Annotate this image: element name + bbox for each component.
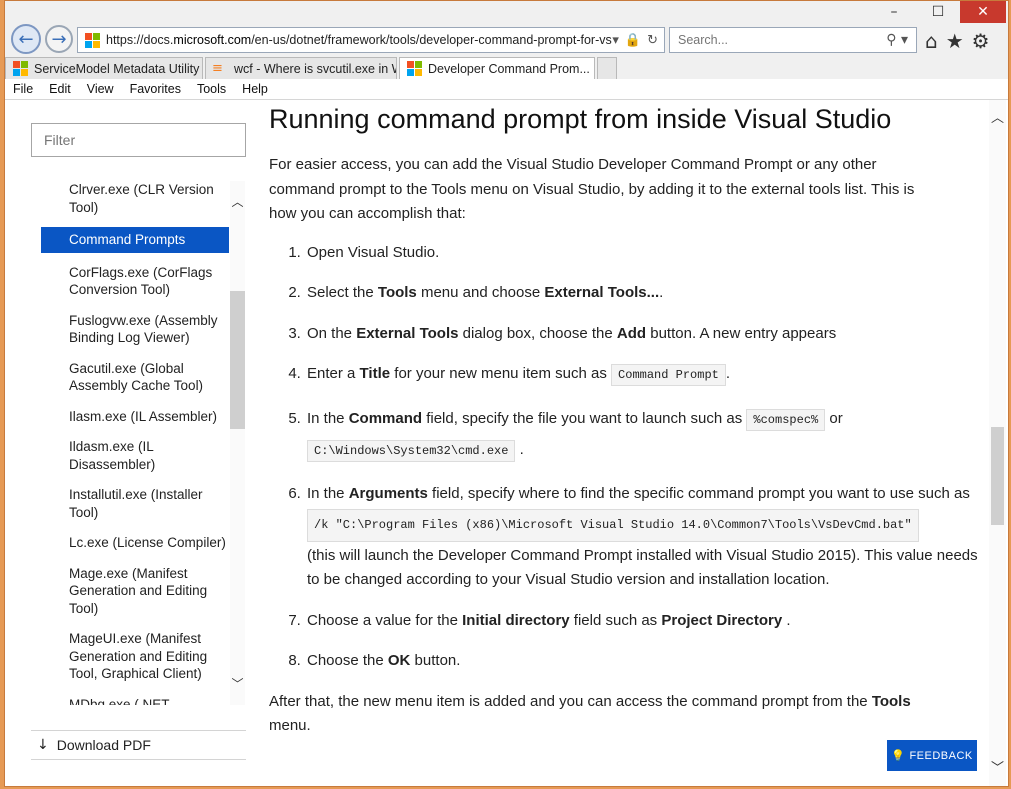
minimize-button[interactable]: – [872, 1, 916, 23]
step-1: Open Visual Studio. [305, 241, 989, 266]
step-6: In the Arguments field, specify where to… [305, 482, 989, 593]
code-command-prompt: Command Prompt [611, 364, 726, 386]
code-comspec: %comspec% [746, 408, 826, 431]
chevron-down-icon[interactable]: ﹀ [230, 673, 245, 693]
lightbulb-icon: 💡 [891, 749, 906, 762]
tab-label: ServiceModel Metadata Utility ... [34, 61, 203, 76]
toc-scrollbar[interactable]: ︿ ﹀ [230, 181, 245, 705]
search-box[interactable]: ⚲ ▾ [669, 27, 917, 53]
menu-bar: File Edit View Favorites Tools Help [5, 79, 1008, 100]
menu-help[interactable]: Help [234, 82, 276, 96]
toc-item-mdbg[interactable]: MDbg.exe (.NET Framework Command-Line De… [41, 694, 229, 706]
tab-label: wcf - Where is svcutil.exe in Wi... [234, 61, 396, 76]
page-scrollbar[interactable]: ︿ ﹀ [989, 100, 1006, 786]
download-pdf-label: Download PDF [56, 737, 151, 753]
back-arrow-icon: ← [18, 28, 34, 50]
tab-servicemodel[interactable]: ServiceModel Metadata Utility ... [5, 57, 203, 79]
ms-logo-icon [12, 61, 28, 77]
menu-tools[interactable]: Tools [189, 82, 234, 96]
browser-window: – ☐ ✕ ← → https://docs.microsoft.com/en-… [4, 0, 1009, 787]
toc-list: Clrver.exe (CLR Version Tool) Command Pr… [41, 181, 229, 705]
step-7: Choose a value for the Initial directory… [305, 609, 989, 634]
code-arguments: /k "C:\Program Files (x86)\Microsoft Vis… [307, 509, 919, 542]
settings-gear-icon[interactable]: ⚙ [972, 29, 990, 53]
step-8: Choose the OK button. [305, 649, 989, 674]
download-icon: ↓ [37, 737, 49, 753]
ms-logo-icon [84, 32, 100, 48]
toc-scroll-thumb[interactable] [230, 291, 245, 429]
toc-item-mageui[interactable]: MageUI.exe (Manifest Generation and Edit… [41, 628, 229, 685]
tab-strip: ServiceModel Metadata Utility ... ≡ wcf … [5, 57, 1008, 79]
tab-close-icon[interactable]: ✕ [590, 62, 594, 76]
favorites-star-icon[interactable]: ★ [946, 29, 964, 53]
ms-logo-icon [406, 61, 422, 77]
filter-input[interactable] [42, 131, 235, 149]
tab-label: Developer Command Prom... [428, 61, 590, 76]
filter-box[interactable] [31, 123, 246, 157]
article-outro: After that, the new menu item is added a… [269, 692, 911, 735]
search-icon[interactable]: ⚲ ▾ [886, 32, 908, 48]
new-tab-button[interactable] [597, 57, 617, 79]
tab-developer-command-prompt[interactable]: Developer Command Prom... ✕ [399, 57, 595, 79]
search-dropdown-icon[interactable]: ▾ [612, 33, 619, 48]
refresh-icon[interactable]: ↻ [647, 33, 658, 48]
toc-item-ilasm[interactable]: Ilasm.exe (IL Assembler) [41, 406, 229, 428]
step-4: Enter a Title for your new menu item suc… [305, 362, 989, 388]
tab-stackoverflow[interactable]: ≡ wcf - Where is svcutil.exe in Wi... [205, 57, 397, 79]
toc-item-installutil[interactable]: Installutil.exe (Installer Tool) [41, 484, 229, 523]
page-content: Clrver.exe (CLR Version Tool) Command Pr… [5, 100, 1008, 786]
back-button[interactable]: ← [11, 24, 41, 54]
menu-file[interactable]: File [5, 82, 41, 96]
stackoverflow-icon: ≡ [212, 60, 223, 76]
window-controls: – ☐ ✕ [872, 1, 1006, 23]
chevron-up-icon[interactable]: ︿ [230, 191, 245, 211]
toc-item-command-prompts[interactable]: Command Prompts [41, 227, 229, 253]
page-scroll-thumb[interactable] [991, 427, 1004, 525]
toc-item-mage[interactable]: Mage.exe (Manifest Generation and Editin… [41, 563, 229, 620]
toc-item-corflags[interactable]: CorFlags.exe (CorFlags Conversion Tool) [41, 262, 229, 301]
home-icon[interactable]: ⌂ [925, 29, 938, 53]
step-5: In the Command field, specify the file y… [305, 404, 989, 466]
forward-button[interactable]: → [45, 25, 73, 53]
maximize-button[interactable]: ☐ [916, 1, 960, 23]
search-input[interactable] [676, 32, 887, 48]
step-3: On the External Tools dialog box, choose… [305, 322, 989, 347]
toc-item-ildasm[interactable]: Ildasm.exe (IL Disassembler) [41, 436, 229, 475]
address-bar[interactable]: https://docs.microsoft.com/en-us/dotnet/… [77, 27, 665, 53]
step-2: Select the Tools menu and choose Externa… [305, 281, 989, 306]
feedback-label: FEEDBACK [909, 749, 973, 762]
scroll-up-icon[interactable]: ︿ [989, 106, 1006, 126]
menu-view[interactable]: View [79, 82, 122, 96]
toc-sidebar: Clrver.exe (CLR Version Tool) Command Pr… [5, 100, 255, 786]
lock-icon[interactable]: 🔒 [625, 33, 641, 48]
toc-item-gacutil[interactable]: Gacutil.exe (Global Assembly Cache Tool) [41, 358, 229, 397]
download-pdf-link[interactable]: ↓ Download PDF [31, 730, 246, 760]
toc-item-fuslogvw[interactable]: Fuslogvw.exe (Assembly Binding Log Viewe… [41, 310, 229, 349]
close-button[interactable]: ✕ [960, 1, 1006, 23]
toc-item-clrver[interactable]: Clrver.exe (CLR Version Tool) [41, 181, 229, 218]
scroll-down-icon[interactable]: ﹀ [989, 756, 1006, 776]
article: Running command prompt from inside Visua… [269, 100, 989, 786]
navigation-bar: ← → https://docs.microsoft.com/en-us/dot… [5, 23, 1008, 57]
feedback-button[interactable]: 💡 FEEDBACK [887, 740, 977, 771]
forward-arrow-icon: → [51, 28, 67, 50]
article-intro: For easier access, you can add the Visua… [269, 156, 915, 222]
menu-favorites[interactable]: Favorites [122, 82, 189, 96]
steps-list: Open Visual Studio. Select the Tools men… [269, 241, 989, 674]
code-cmd-path: C:\Windows\System32\cmd.exe [307, 439, 516, 462]
article-heading: Running command prompt from inside Visua… [269, 104, 892, 134]
toc-item-lc[interactable]: Lc.exe (License Compiler) [41, 532, 229, 554]
url-text: https://docs.microsoft.com/en-us/dotnet/… [106, 33, 612, 47]
menu-edit[interactable]: Edit [41, 82, 79, 96]
